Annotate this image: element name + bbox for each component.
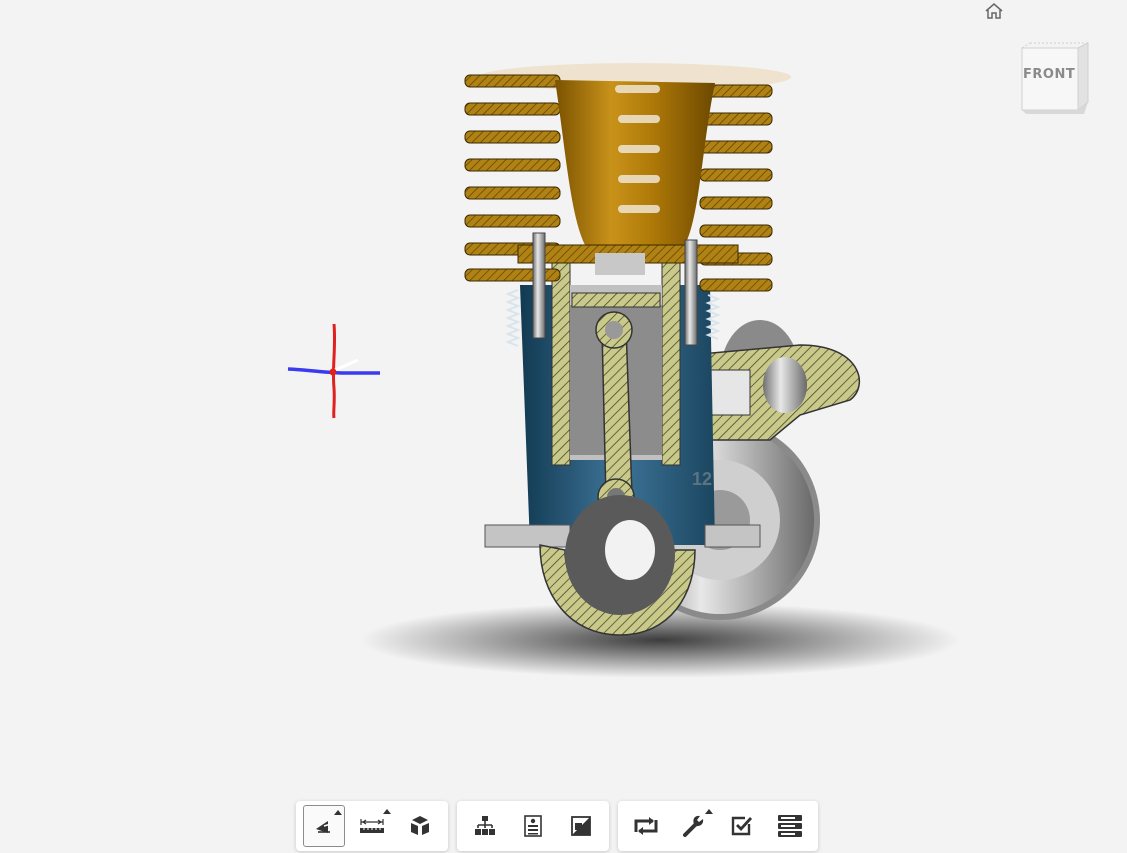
settings-button[interactable] bbox=[673, 805, 715, 847]
layers-button[interactable] bbox=[769, 805, 811, 847]
measure-button[interactable] bbox=[351, 805, 393, 847]
layers-icon bbox=[778, 815, 802, 837]
engine-cutaway-model[interactable]: 12 bbox=[330, 55, 970, 695]
markup-icon bbox=[731, 816, 753, 836]
orbit-icon bbox=[316, 821, 332, 833]
reset-view-button[interactable] bbox=[625, 805, 667, 847]
properties-button[interactable] bbox=[512, 805, 554, 847]
home-view-button[interactable] bbox=[982, 0, 1006, 22]
home-icon bbox=[985, 3, 1003, 19]
toolbar-group-navigation bbox=[296, 801, 448, 851]
menu-caret-icon bbox=[705, 809, 713, 814]
reset-view-icon bbox=[634, 817, 658, 835]
section-analysis-button[interactable] bbox=[560, 805, 602, 847]
model-browser-icon bbox=[475, 816, 495, 835]
model-browser-button[interactable] bbox=[464, 805, 506, 847]
explode-button[interactable] bbox=[399, 805, 441, 847]
cooling-head bbox=[464, 63, 791, 292]
viewcube[interactable]: FRONT bbox=[1016, 40, 1092, 118]
orbit-button[interactable] bbox=[303, 805, 345, 847]
markup-button[interactable] bbox=[721, 805, 763, 847]
menu-caret-icon bbox=[334, 810, 342, 815]
toolbar-group-settings bbox=[618, 801, 818, 851]
menu-caret-icon bbox=[383, 809, 391, 814]
wrench-icon bbox=[683, 815, 704, 837]
explode-icon bbox=[411, 816, 429, 835]
viewcube-icon bbox=[1021, 42, 1089, 114]
properties-icon bbox=[524, 815, 542, 837]
3d-viewport[interactable]: FRONT 12 bbox=[0, 0, 1127, 853]
toolbar-group-model bbox=[457, 801, 609, 851]
part-number-label: 12 bbox=[692, 469, 712, 489]
section-analysis-icon bbox=[571, 816, 591, 836]
viewer-toolbar bbox=[296, 801, 818, 851]
measure-icon bbox=[360, 819, 384, 833]
